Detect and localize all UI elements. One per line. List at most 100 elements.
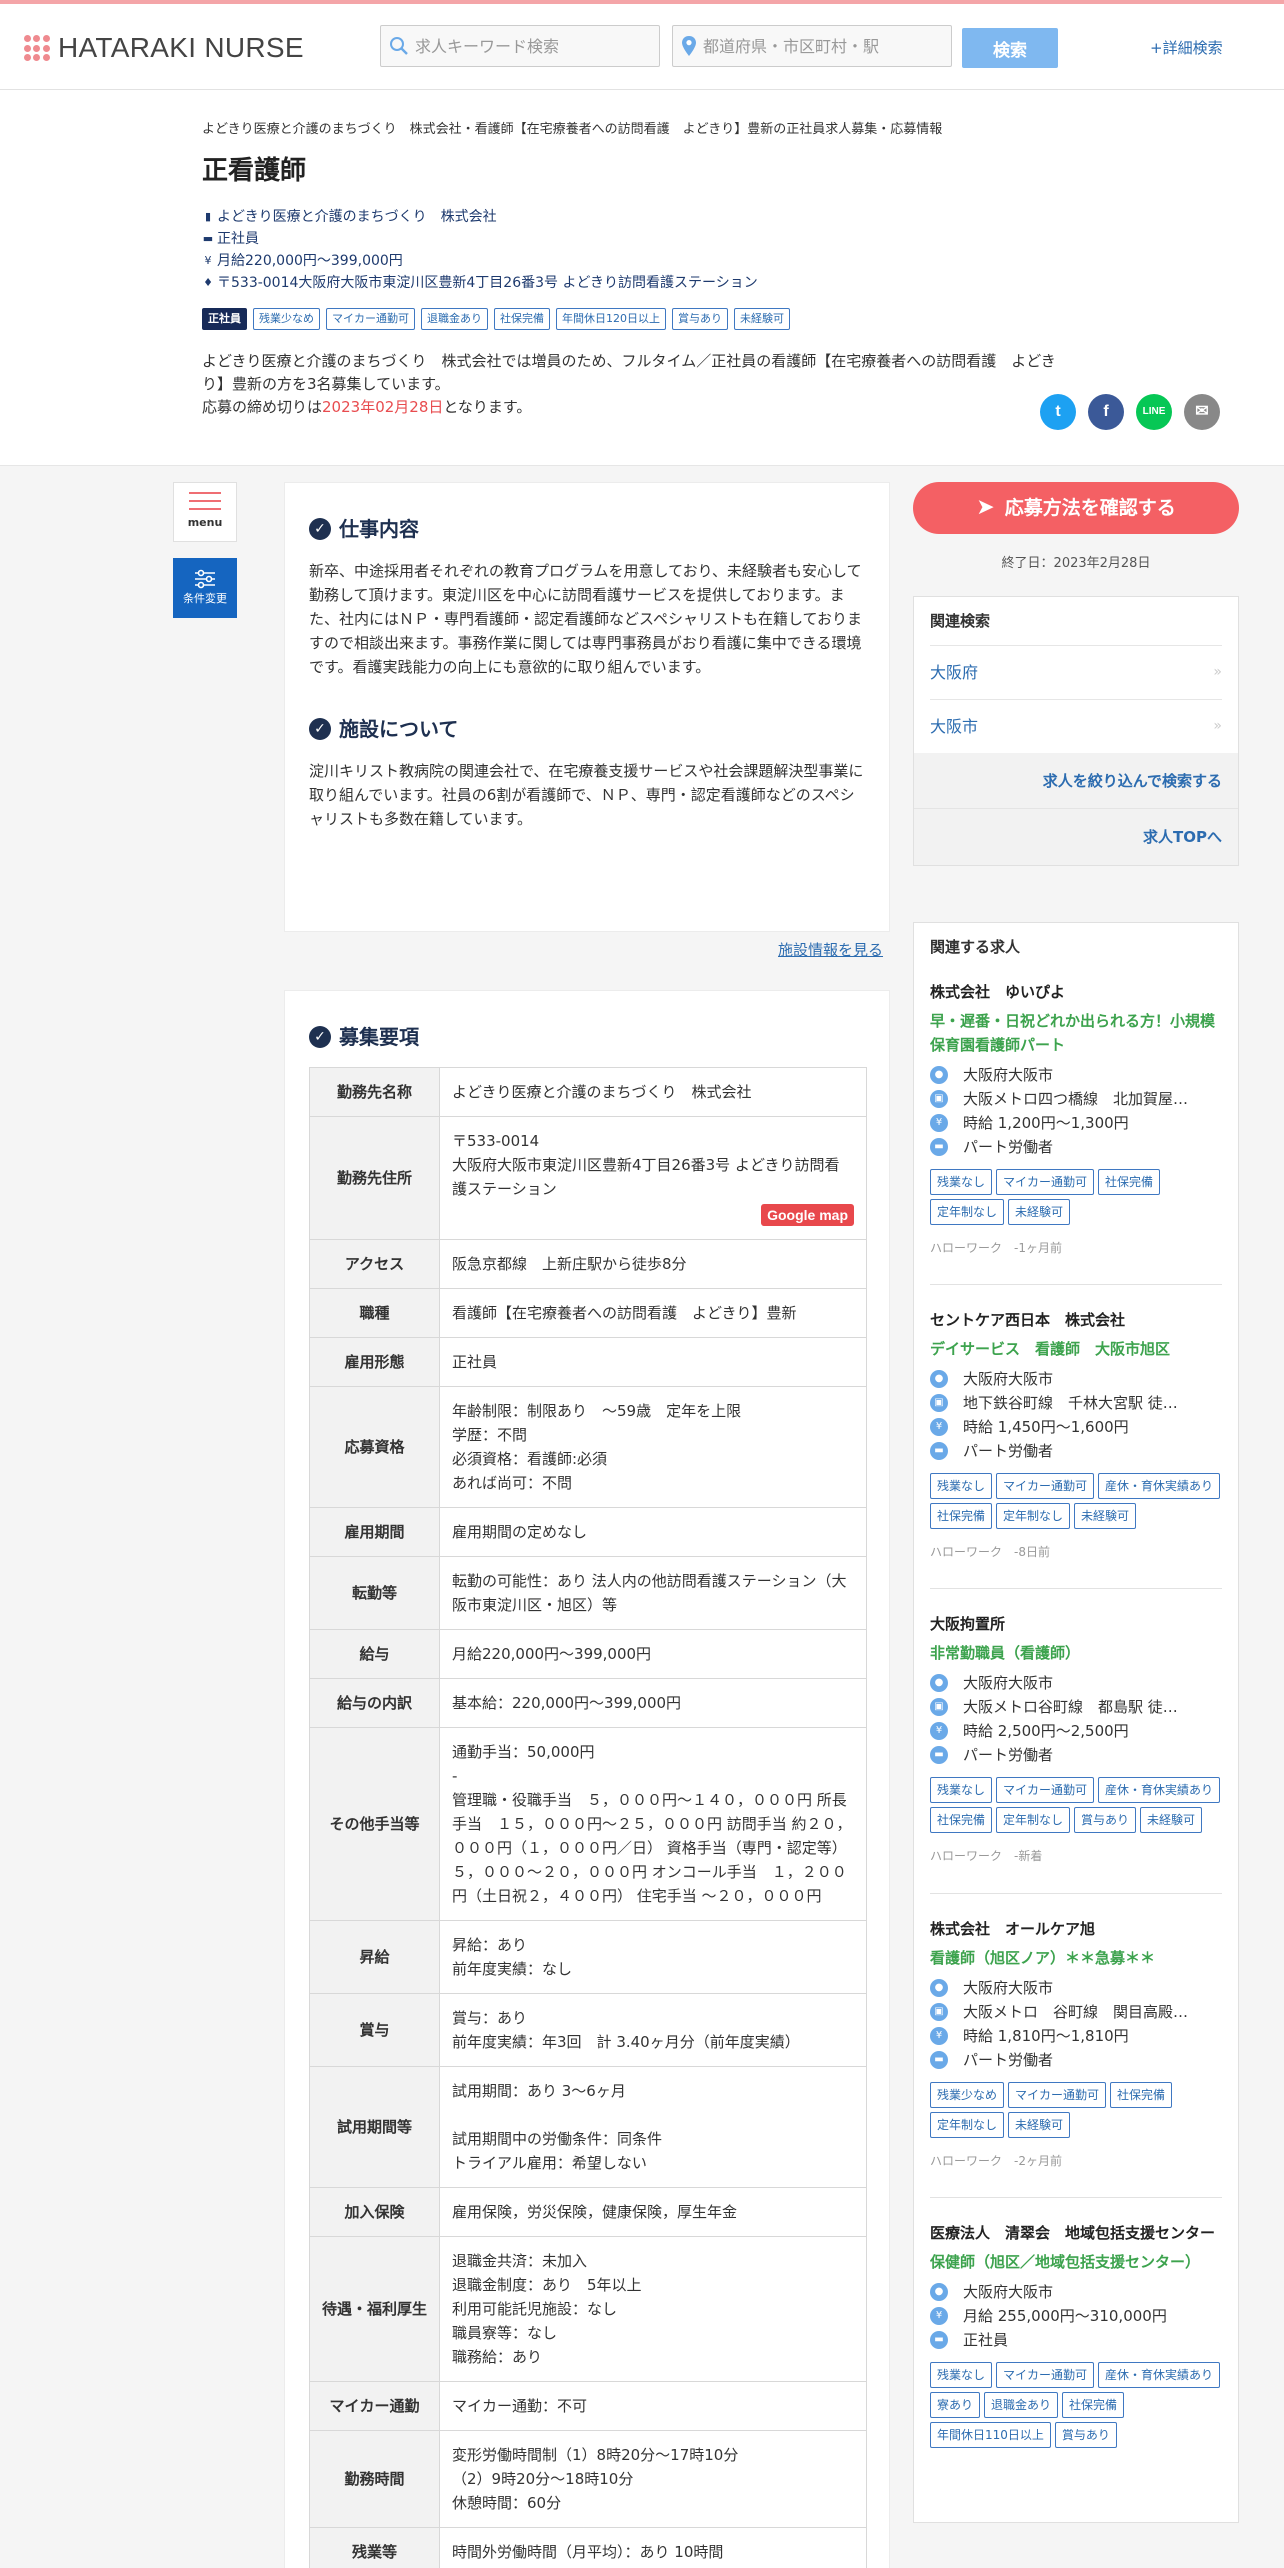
related-link-label: 大阪府: [930, 662, 979, 682]
row-value: 雇用保険，労災保険，健康保険，厚生年金: [439, 2187, 867, 2237]
table-row: その他手当等 通勤手当：50,000円 - 管理職・役職手当 ５，０００円〜１４０…: [309, 1727, 867, 1921]
row-label: 給与の内訳: [309, 1678, 440, 1728]
tag: 残業少なめ: [253, 308, 320, 331]
tag: 退職金あり: [984, 2391, 1059, 2418]
train-icon: ▣: [930, 1698, 948, 1717]
job-top-link[interactable]: 求人TOPへ: [914, 809, 1238, 865]
check-circle-icon: ✓: [309, 518, 331, 540]
related-link-osaka-pref[interactable]: 大阪府 »: [930, 645, 1222, 699]
table-row: アクセス 阪急京都線 上新庄駅から徒歩8分: [309, 1239, 867, 1289]
table-row: 加入保険 雇用保険，労災保険，健康保険，厚生年金: [309, 2187, 867, 2237]
row-value-text: 試用期間：あり 3〜6ヶ月 試用期間中の労働条件：同条件 トライアル雇用：希望し…: [452, 2082, 663, 2172]
tag: 社保完備: [1062, 2391, 1125, 2418]
filter-change-button[interactable]: 条件変更: [173, 558, 237, 618]
logo-text: HATARAKI NURSE: [58, 32, 304, 63]
keyword-search-input[interactable]: [415, 36, 635, 56]
line-share-button[interactable]: LINE: [1136, 394, 1172, 430]
requirements-section-title: ✓ 募集要項: [309, 1021, 865, 1053]
row-label: 加入保険: [309, 2187, 440, 2237]
row-value: 〒533-0014 大阪府大阪市東淀川区豊新4丁目26番3号 よどきり訪問看護ス…: [439, 1116, 867, 1240]
pin-icon: ●: [930, 1978, 948, 1997]
related-jobs-panel: 関連する求人 株式会社 ゆいぴよ 早・遅番・日祝どれか出られる方！小規模保育園看護…: [913, 922, 1239, 2523]
tag: 残業なし: [930, 1169, 993, 1195]
job-company: 医療法人 清翠会 地域包括支援センター: [930, 2223, 1216, 2242]
related-link-osaka-city[interactable]: 大阪市 »: [930, 699, 1222, 753]
yen-icon: ¥: [204, 254, 212, 268]
job-title-link[interactable]: デイサービス 看護師 大阪市旭区: [930, 1337, 1222, 1361]
pin-icon: ●: [930, 1066, 948, 1084]
related-job-item[interactable]: 大阪拘置所 非常勤職員（看護師） ● 大阪府大阪市 ▣ 大阪メトロ谷町線 都島駅 徒… ¥ 時…: [930, 1607, 1222, 1894]
job-type-row: ▬ パート労働者: [930, 1135, 1222, 1159]
search-icon: [390, 37, 408, 55]
tag: 年間休日110日以上: [930, 2421, 1051, 2448]
row-value: 年齢制限：制限あり 〜59歳 定年を上限 学歴：不問 必須資格：看護師:必須 あ…: [439, 1386, 867, 1508]
twitter-share-button[interactable]: t: [1040, 394, 1076, 430]
table-row: マイカー通勤 マイカー通勤：不可: [309, 2381, 867, 2431]
yen-icon: ¥: [930, 2306, 948, 2325]
company-line: ▮ よどきり医療と介護のまちづくり 株式会社: [202, 206, 1284, 228]
tag: 未経験可: [1008, 2111, 1071, 2138]
row-value: 昇給：あり 前年度実績：なし: [439, 1920, 867, 1994]
job-title-link[interactable]: 保健師（旭区／地域包括支援センター）: [930, 2250, 1222, 2274]
yen-icon: ¥: [930, 2026, 948, 2045]
menu-button[interactable]: menu: [173, 482, 237, 542]
employment-line: ▬ 正社員: [202, 228, 1284, 250]
row-value: 阪急京都線 上新庄駅から徒歩8分: [439, 1239, 867, 1289]
job-salary: 時給 2,500円〜2,500円: [963, 1722, 1129, 1741]
job-title-link[interactable]: 看護師（旭区ノア）＊＊急募＊＊: [930, 1946, 1222, 1970]
row-value-text: 転勤の可能性：あり 法人内の他訪問看護ステーション（大阪市東淀川区・旭区）等: [452, 1572, 847, 1614]
sliders-icon: [195, 569, 215, 589]
building-icon: ▮: [204, 210, 212, 224]
location-pin-icon: [682, 36, 696, 56]
job-location: 大阪府大阪市: [963, 1370, 1054, 1389]
row-label: その他手当等: [309, 1727, 440, 1921]
related-job-item[interactable]: 株式会社 ゆいぴよ 早・遅番・日祝どれか出られる方！小規模保育園看護師パート ● 大阪…: [930, 975, 1222, 1286]
google-map-button[interactable]: Google map: [761, 1204, 854, 1226]
related-footer: 求人を絞り込んで検索する 求人TOPへ: [914, 753, 1238, 865]
address-line: ♦ 〒533-0014大阪府大阪市東淀川区豊新4丁目26番3号 よどきり訪問看護ス…: [202, 272, 1284, 294]
train-icon: ▣: [930, 1090, 948, 1108]
location-search-input[interactable]: [703, 36, 923, 56]
job-company: 大阪拘置所: [930, 1615, 1006, 1634]
job-company: 株式会社 オールケア旭: [930, 1919, 1096, 1938]
job-location-row: ● 大阪府大阪市: [930, 1367, 1222, 1391]
search-button[interactable]: 検索: [962, 28, 1058, 68]
row-value-text: 年齢制限：制限あり 〜59歳 定年を上限 学歴：不問 必須資格：看護師:必須 あ…: [452, 1402, 742, 1492]
job-type: パート労働者: [963, 2050, 1054, 2069]
job-station: 大阪メトロ四つ橋線 北加賀屋…: [963, 1090, 1189, 1108]
job-tags: 残業少なめ マイカー通勤可 社保完備 定年制なし 未経験可: [930, 2081, 1222, 2138]
briefcase-icon: ▬: [202, 232, 214, 246]
job-salary: 時給 1,200円〜1,300円: [963, 1114, 1129, 1132]
row-value: 変形労働時間制（1）8時20分〜17時10分 （2）9時20分〜18時10分 休…: [439, 2430, 867, 2528]
detail-search-link[interactable]: +詳細検索: [1150, 36, 1223, 60]
related-job-item[interactable]: セントケア西日本 株式会社 デイサービス 看護師 大阪市旭区 ● 大阪府大阪市 ▣ 地下鉄…: [930, 1303, 1222, 1590]
tag: マイカー通勤可: [1008, 2081, 1107, 2108]
site-logo[interactable]: HATARAKI NURSE: [24, 26, 304, 71]
row-value-text: 正社員: [452, 1353, 498, 1371]
row-value-text: 昇給：あり 前年度実績：なし: [452, 1936, 573, 1978]
facility-info-link[interactable]: 施設情報を見る: [778, 938, 883, 962]
row-label: 給与: [309, 1629, 440, 1679]
refine-search-link[interactable]: 求人を絞り込んで検索する: [914, 753, 1238, 809]
facebook-share-button[interactable]: f: [1088, 394, 1124, 430]
job-title-link[interactable]: 非常勤職員（看護師）: [930, 1641, 1222, 1665]
table-row: 勤務時間 変形労働時間制（1）8時20分〜17時10分 （2）9時20分〜18時1…: [309, 2430, 867, 2528]
job-title-link[interactable]: 早・遅番・日祝どれか出られる方！小規模保育園看護師パート: [930, 1009, 1222, 1057]
tag: 社保完備: [1098, 1169, 1161, 1195]
related-job-item[interactable]: 医療法人 清翠会 地域包括支援センター 保健師（旭区／地域包括支援センター） ● 大阪…: [930, 2216, 1222, 2474]
tag: 社保完備: [494, 308, 550, 331]
job-tags: 残業なし マイカー通勤可 産休・育休実績あり 社保完備 定年制なし 未経験可: [930, 1473, 1222, 1530]
chevron-right-icon: »: [1213, 718, 1222, 735]
tag: 未経験可: [1074, 1503, 1137, 1530]
check-circle-icon: ✓: [309, 1026, 331, 1048]
table-row: 職種 看護師【在宅療養者への訪問看護 よどきり】豊新: [309, 1288, 867, 1338]
job-location: 大阪府大阪市: [963, 1066, 1054, 1084]
mail-share-button[interactable]: ✉: [1184, 394, 1220, 430]
job-tags: 残業なし マイカー通勤可 産休・育休実績あり 寮あり 退職金あり 社保完備 年間休日110日…: [930, 2361, 1222, 2448]
related-job-item[interactable]: 株式会社 オールケア旭 看護師（旭区ノア）＊＊急募＊＊ ● 大阪府大阪市 ▣ 大阪メトロ …: [930, 1912, 1222, 2198]
tag: 社保完備: [930, 1503, 993, 1530]
job-station-row: ▣ 大阪メトロ 谷町線 関目高殿…: [930, 2000, 1222, 2024]
row-label: 雇用形態: [309, 1337, 440, 1387]
job-location-row: ● 大阪府大阪市: [930, 1063, 1222, 1087]
apply-method-button[interactable]: ➤ 応募方法を確認する: [913, 482, 1239, 534]
